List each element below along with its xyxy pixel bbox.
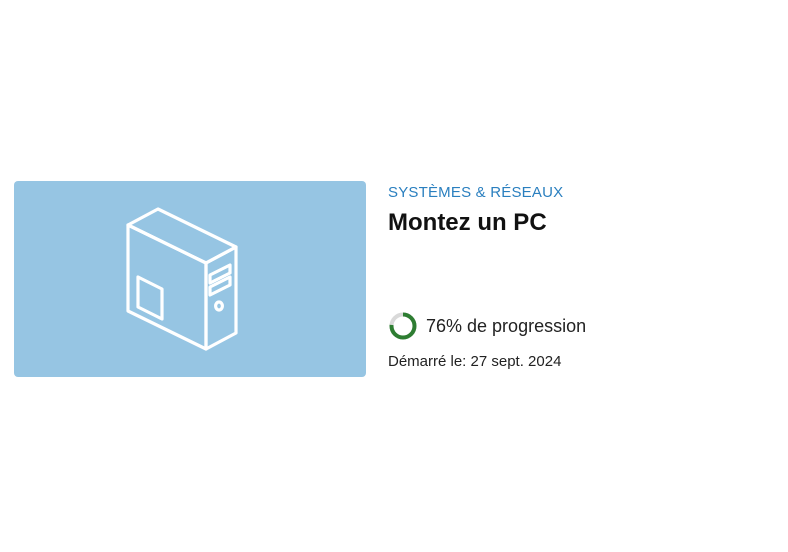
course-title[interactable]: Montez un PC [388, 209, 547, 237]
course-thumbnail [14, 181, 366, 377]
course-category: SYSTÈMES & RÉSEAUX [388, 184, 564, 201]
progress-label: 76% de progression [426, 315, 587, 336]
progress-ring-icon [389, 312, 417, 340]
start-date: Démarré le: 27 sept. 2024 [388, 353, 562, 370]
course-progress: 76% de progression [388, 311, 586, 341]
page: SYSTÈMES & RÉSEAUX Montez un PC 76% de p… [0, 0, 788, 552]
course-card[interactable]: SYSTÈMES & RÉSEAUX Montez un PC 76% de p… [14, 181, 774, 378]
pc-tower-icon [126, 207, 238, 351]
